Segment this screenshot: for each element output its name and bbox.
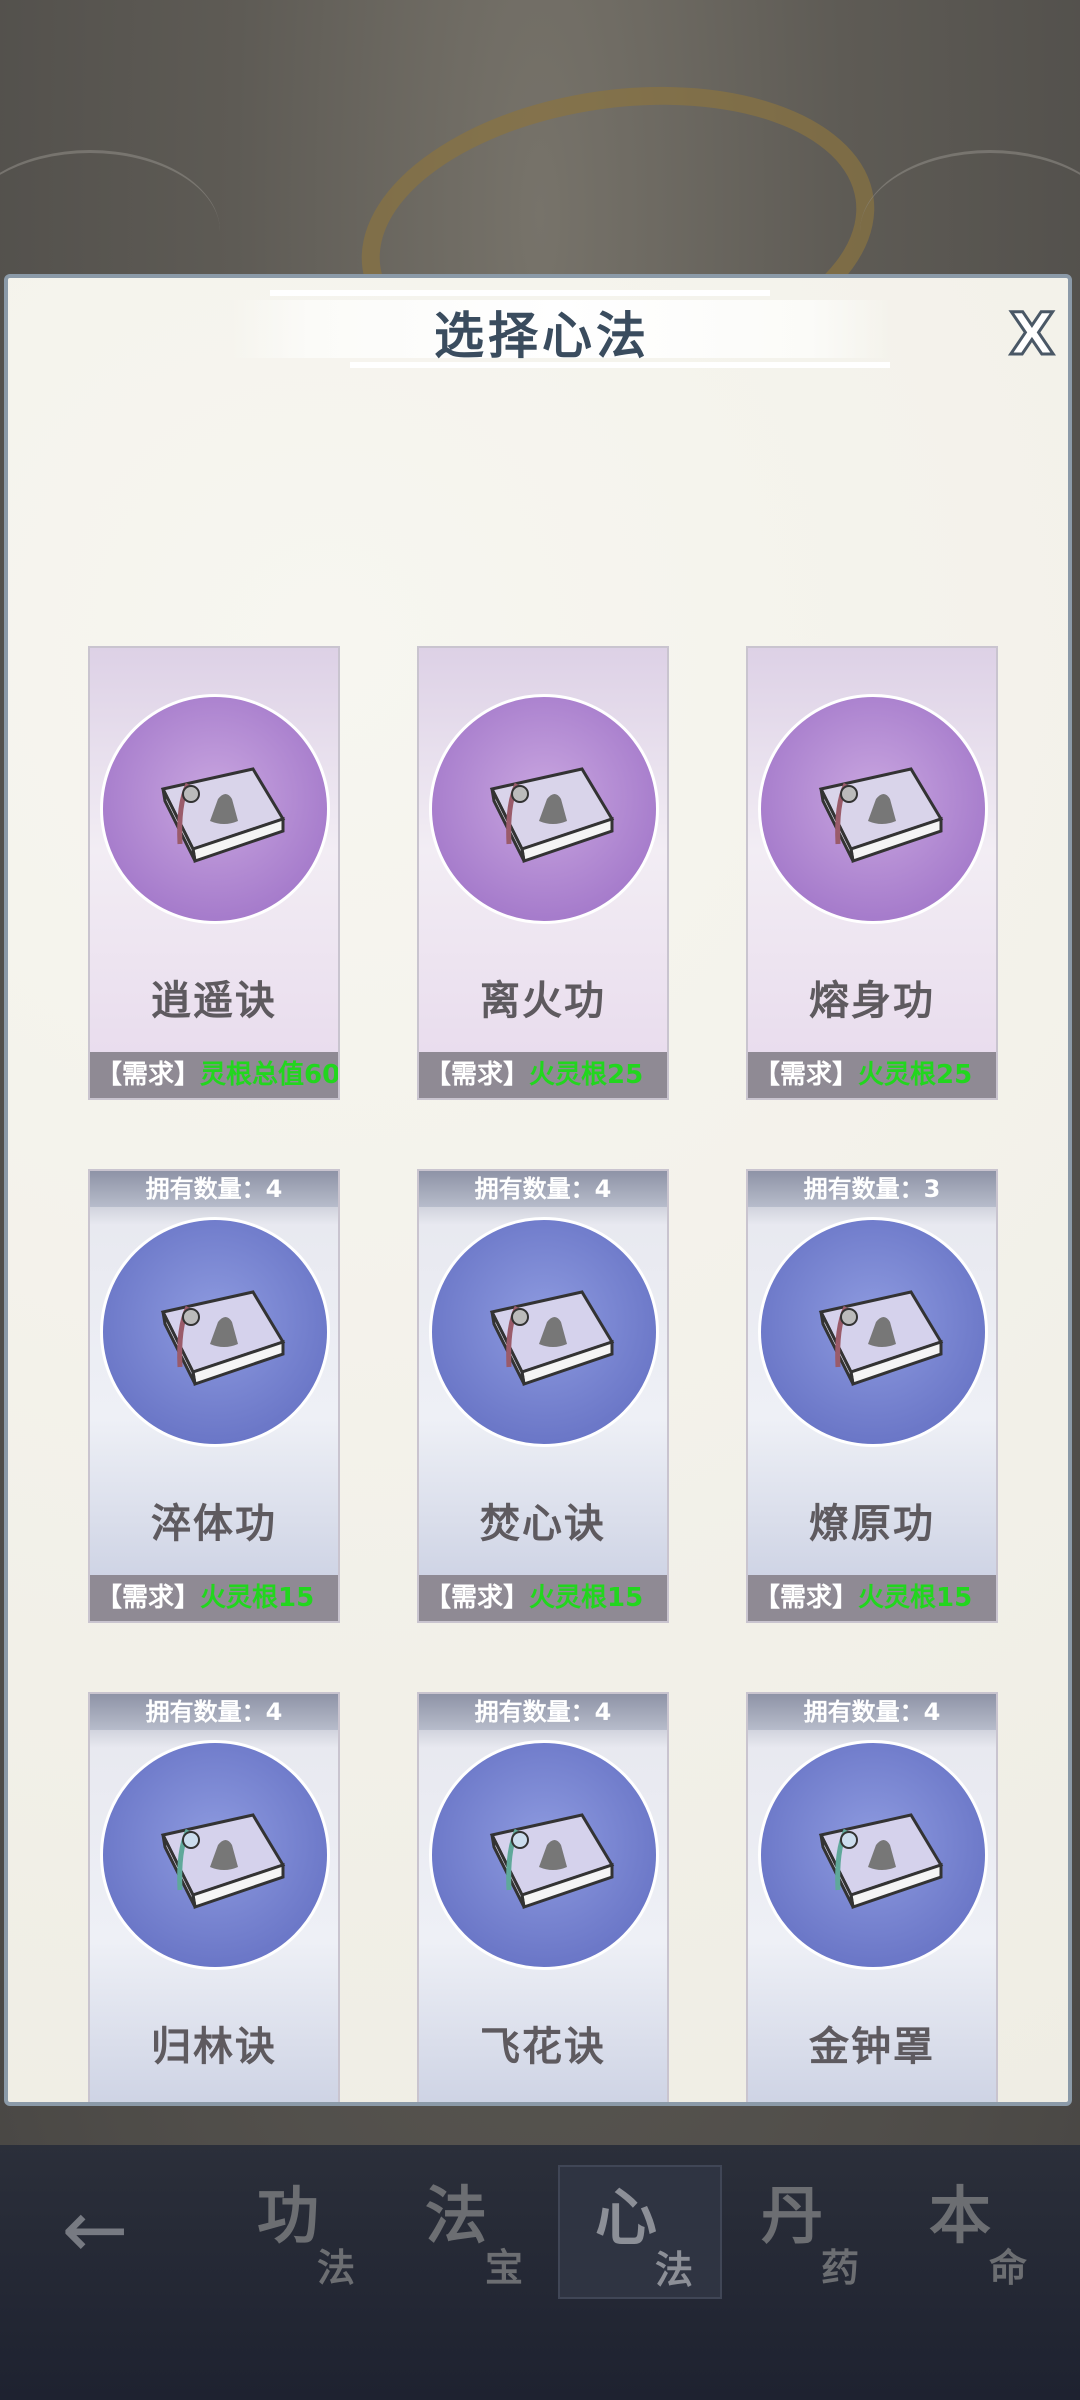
fire-book-icon xyxy=(160,1290,286,1386)
xinfa-name: 熔身功 xyxy=(809,977,935,1024)
nav-tab-sub-label: 法 xyxy=(655,2247,694,2292)
requirement-prefix: 【需求】 xyxy=(96,1060,201,1090)
xinfa-name: 离火功 xyxy=(480,977,606,1024)
nav-tab-fabao[interactable]: 法 宝 xyxy=(390,2165,550,2295)
nav-tab-sub-label: 法 xyxy=(317,2245,356,2290)
xinfa-name: 飞花诀 xyxy=(480,2023,606,2070)
requirement-value: 火灵根15 xyxy=(858,1583,973,1613)
owned-count: 拥有数量：4 xyxy=(419,1694,667,1730)
fire-book-icon xyxy=(489,1290,615,1386)
nav-tab-main-label: 心 xyxy=(595,2181,658,2254)
book-medallion xyxy=(100,1740,330,1970)
xinfa-card-fenxin[interactable]: 拥有数量：4 焚心诀 【需求】火灵根15 xyxy=(417,1169,669,1623)
fire-book-icon xyxy=(818,1290,944,1386)
requirement-value: 火灵根25 xyxy=(858,1060,973,1090)
metal-book-icon xyxy=(818,1813,944,1909)
fire-book-icon xyxy=(818,767,944,863)
requirement-prefix: 【需求】 xyxy=(425,1583,530,1613)
requirement-value: 火灵根15 xyxy=(200,1583,315,1613)
wood-book-icon xyxy=(160,1813,286,1909)
xinfa-card-liaoyuan[interactable]: 拥有数量：3 燎原功 【需求】火灵根15 xyxy=(746,1169,998,1623)
requirement-value: 火灵根15 xyxy=(529,1583,644,1613)
requirement-bar: 【需求】火灵根15 xyxy=(90,1575,338,1621)
xinfa-card-lihuo[interactable]: 离火功 【需求】火灵根25 xyxy=(417,646,669,1100)
nav-tab-benming[interactable]: 本 命 xyxy=(894,2165,1054,2295)
nav-tab-main-label: 法 xyxy=(425,2179,488,2252)
book-medallion xyxy=(100,694,330,924)
requirement-bar: 【需求】火灵根25 xyxy=(748,1052,996,1098)
wood-book-icon xyxy=(489,1813,615,1909)
owned-count: 拥有数量：4 xyxy=(90,1694,338,1730)
owned-count: 拥有数量：4 xyxy=(90,1171,338,1207)
xinfa-card-cuiti[interactable]: 拥有数量：4 淬体功 【需求】火灵根15 xyxy=(88,1169,340,1623)
xinfa-card-guilin[interactable]: 拥有数量：4 归林诀 xyxy=(88,1692,340,2102)
owned-count: 拥有数量：4 xyxy=(748,1694,996,1730)
book-medallion xyxy=(100,1217,330,1447)
xinfa-name: 燎原功 xyxy=(809,1500,935,1547)
nav-tab-gongfa[interactable]: 功 法 xyxy=(222,2165,382,2295)
nav-tab-main-label: 丹 xyxy=(761,2179,824,2252)
requirement-prefix: 【需求】 xyxy=(96,1583,201,1613)
book-medallion xyxy=(429,1217,659,1447)
select-xinfa-dialog: 选择心法 X 逍遥诀 【需求】灵根总值60 离火功 【需求】火灵根25 熔身功 … xyxy=(4,274,1072,2106)
requirement-bar: 【需求】火灵根25 xyxy=(419,1052,667,1098)
xiaoyao-book-icon xyxy=(160,767,286,863)
owned-count: 拥有数量：3 xyxy=(748,1171,996,1207)
nav-tab-xinfa[interactable]: 心 法 xyxy=(558,2165,722,2299)
xinfa-card-rongshen[interactable]: 熔身功 【需求】火灵根25 xyxy=(746,646,998,1100)
requirement-prefix: 【需求】 xyxy=(425,1060,530,1090)
nav-tab-main-label: 功 xyxy=(257,2179,320,2252)
nav-tab-sub-label: 药 xyxy=(821,2245,860,2290)
requirement-bar: 【需求】火灵根15 xyxy=(748,1575,996,1621)
book-medallion xyxy=(758,1217,988,1447)
requirement-bar: 【需求】灵根总值60 xyxy=(90,1052,338,1098)
book-medallion xyxy=(758,1740,988,1970)
back-arrow-icon[interactable]: ← xyxy=(40,2190,150,2270)
xinfa-name: 淬体功 xyxy=(151,1500,277,1547)
requirement-value: 火灵根25 xyxy=(529,1060,644,1090)
xinfa-name: 归林诀 xyxy=(151,2023,277,2070)
close-icon[interactable]: X xyxy=(1004,304,1060,365)
nav-tab-sub-label: 命 xyxy=(989,2245,1028,2290)
xinfa-name: 焚心诀 xyxy=(480,1500,606,1547)
xinfa-card-jinzhong[interactable]: 拥有数量：4 金钟罩 xyxy=(746,1692,998,2102)
book-medallion xyxy=(758,694,988,924)
book-medallion xyxy=(429,694,659,924)
xinfa-name: 金钟罩 xyxy=(809,2023,935,2070)
xinfa-card-xiaoyao[interactable]: 逍遥诀 【需求】灵根总值60 xyxy=(88,646,340,1100)
xinfa-card-feihua[interactable]: 拥有数量：4 飞花诀 xyxy=(417,1692,669,2102)
xinfa-name: 逍遥诀 xyxy=(151,977,277,1024)
requirement-prefix: 【需求】 xyxy=(754,1583,859,1613)
requirement-prefix: 【需求】 xyxy=(754,1060,859,1090)
requirement-bar: 【需求】火灵根15 xyxy=(419,1575,667,1621)
nav-tab-main-label: 本 xyxy=(929,2179,992,2252)
requirement-value: 灵根总值60 xyxy=(200,1060,340,1090)
fire-book-icon xyxy=(489,767,615,863)
dialog-title: 选择心法 xyxy=(434,306,650,365)
nav-tab-sub-label: 宝 xyxy=(485,2245,524,2290)
book-medallion xyxy=(429,1740,659,1970)
owned-count: 拥有数量：4 xyxy=(419,1171,667,1207)
nav-tab-danyao[interactable]: 丹 药 xyxy=(726,2165,886,2295)
